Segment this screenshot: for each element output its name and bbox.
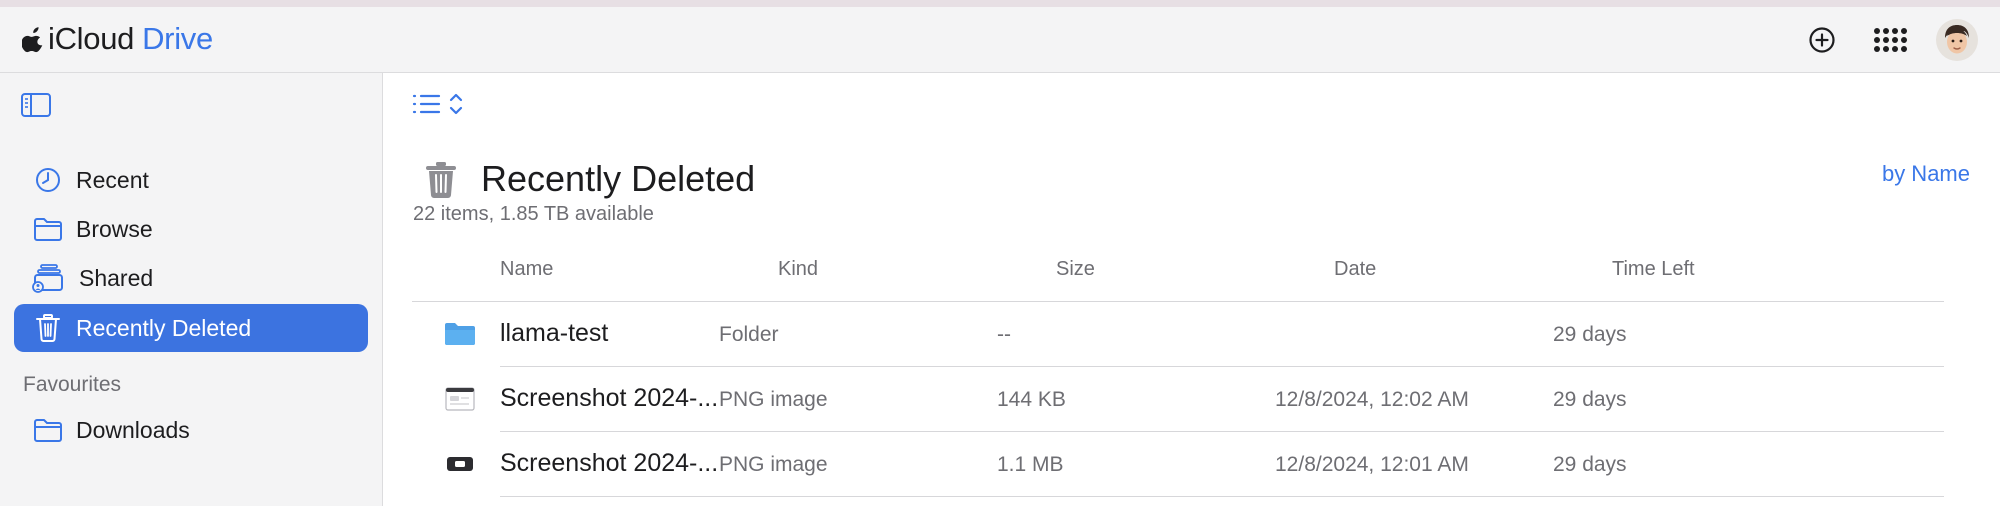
time-left: 29 days (1553, 323, 1627, 346)
file-size: 144 KB (997, 388, 1066, 411)
shared-folder-icon (32, 262, 64, 294)
window-top-edge (0, 0, 2000, 7)
file-kind: PNG image (719, 453, 828, 476)
sidebar-item-label: Downloads (76, 416, 190, 443)
table-row[interactable]: Screenshot 2024-... PNG image 144 KB 12/… (412, 367, 1944, 431)
file-kind: Folder (719, 323, 779, 346)
column-header-name[interactable]: Name (500, 258, 553, 281)
time-left: 29 days (1553, 388, 1627, 411)
sidebar-item-label: Recent (76, 166, 149, 193)
view-options-button[interactable] (412, 88, 472, 120)
sidebar-item-label: Browse (76, 215, 153, 242)
sidebar-item-recently-deleted[interactable]: Recently Deleted (14, 304, 368, 352)
grid-icon (1874, 28, 1907, 52)
file-date: 12/8/2024, 12:01 AM (1275, 453, 1469, 476)
column-header-size[interactable]: Size (1056, 258, 1095, 281)
storage-summary: 22 items, 1.85 TB available (413, 203, 654, 225)
sidebar-toggle-button[interactable] (20, 92, 54, 120)
sidebar-item-label: Shared (79, 264, 154, 291)
avatar[interactable] (1935, 18, 1979, 62)
table-row[interactable]: Screenshot 2024-... PNG image 1.1 MB 12/… (412, 432, 1944, 496)
brand-drive-text: Drive (142, 21, 213, 56)
time-left: 29 days (1553, 453, 1627, 476)
file-name: Screenshot 2024-... (500, 384, 719, 412)
clock-icon (32, 164, 64, 196)
chevron-up-down-icon (449, 93, 463, 115)
favourites-heading: Favourites (23, 373, 122, 396)
file-size: 1.1 MB (997, 453, 1064, 476)
image-thumbnail-icon (442, 444, 478, 484)
main-content: Recently Deleted by Name 22 items, 1.85 … (383, 73, 2000, 506)
folder-icon (32, 213, 64, 245)
memoji-avatar-icon (1936, 19, 1978, 61)
file-name: llama-test (500, 319, 609, 347)
list-view-icon (412, 94, 441, 114)
sidebar-item-shared[interactable]: Shared (14, 254, 368, 302)
file-size: -- (997, 323, 1011, 346)
image-thumbnail-icon (442, 379, 478, 419)
column-header-date[interactable]: Date (1334, 258, 1376, 281)
plus-circle-icon (1809, 27, 1835, 53)
file-date: 12/8/2024, 12:02 AM (1275, 388, 1469, 411)
sidebar-item-downloads[interactable]: Downloads (14, 406, 368, 454)
row-divider (500, 496, 1944, 497)
apps-button[interactable] (1870, 20, 1910, 60)
sort-by-name-button[interactable]: by Name (1882, 161, 1970, 187)
folder-icon (32, 414, 64, 446)
sidebar-item-recent[interactable]: Recent (14, 156, 368, 204)
page-header: Recently Deleted (423, 149, 755, 209)
column-header-time-left[interactable]: Time Left (1612, 258, 1695, 281)
page-title: Recently Deleted (481, 158, 756, 199)
trash-icon (32, 312, 64, 344)
sidebar-item-label: Recently Deleted (76, 314, 252, 341)
sidebar: Recent Browse Shared Recently Deleted Fa… (0, 73, 383, 506)
add-button[interactable] (1802, 20, 1842, 60)
sidebar-item-browse[interactable]: Browse (14, 205, 368, 253)
file-name: Screenshot 2024-... (500, 449, 719, 477)
brand-icloud-text: iCloud (48, 21, 135, 56)
column-header-kind[interactable]: Kind (778, 258, 818, 281)
file-kind: PNG image (719, 388, 828, 411)
folder-icon (442, 314, 478, 354)
app-header: iCloud Drive (0, 7, 2000, 73)
apple-icon (22, 27, 43, 53)
brand-logo[interactable]: iCloud Drive (22, 21, 213, 57)
table-row[interactable]: llama-test Folder -- 29 days (412, 302, 1944, 366)
trash-icon (426, 162, 456, 198)
sidebar-icon (21, 93, 51, 117)
